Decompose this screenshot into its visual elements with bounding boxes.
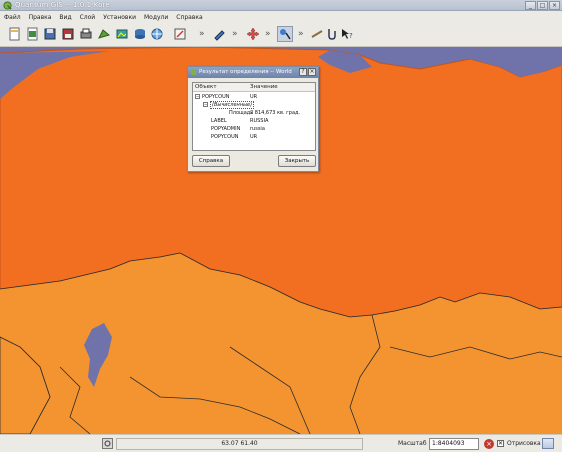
tree-row-value: RUSSIA <box>250 118 269 124</box>
tree-row[interactable]: POPYADMIN russia <box>193 126 315 133</box>
collapse-icon[interactable]: − <box>203 102 208 107</box>
tree-row-value: russia <box>250 126 265 132</box>
stop-render-icon[interactable]: × <box>484 439 494 449</box>
menu-plugins[interactable]: Модули <box>144 14 168 21</box>
render-checkbox[interactable]: ✕ <box>497 440 504 447</box>
tree-row[interactable]: − (Вычисленные) <box>203 101 315 109</box>
qgis-logo-icon <box>190 69 197 76</box>
column-header-object[interactable]: Объект <box>195 84 217 90</box>
status-bar: 63.07 61.40 Масштаб 1:8404093 × ✕ Отрисо… <box>0 434 562 452</box>
help-button[interactable]: Справка <box>192 155 230 167</box>
window-title: Quantum GIS -- 1.0.1-Kore <box>15 1 110 9</box>
tree-row[interactable]: Площадь 2 814,673 кв. град. <box>193 110 315 117</box>
measure-line-icon[interactable] <box>310 27 324 41</box>
main-toolbar: » » » » ? <box>0 23 562 47</box>
qgis-logo-icon <box>3 1 12 10</box>
render-label: Отрисовка <box>507 440 541 447</box>
svg-text:?: ? <box>349 32 353 40</box>
add-raster-layer-icon[interactable] <box>115 27 129 41</box>
menu-file[interactable]: Файл <box>4 14 21 21</box>
minimize-button[interactable]: _ <box>525 1 536 10</box>
toolbar-overflow-icon[interactable]: » <box>199 29 205 39</box>
help-whats-this-icon[interactable]: ? <box>340 27 354 41</box>
menu-edit[interactable]: Правка <box>29 14 52 21</box>
scale-field[interactable]: 1:8404093 <box>429 438 479 450</box>
tree-row-key: POPYADMIN <box>211 126 241 132</box>
results-tree[interactable]: Объект Значение − POPYCOUN UR − (Вычисленн… <box>192 82 316 151</box>
tree-row-key: POPYCOUN <box>202 94 230 100</box>
dialog-close-button[interactable]: × <box>308 68 316 76</box>
toolbar-overflow-icon[interactable]: » <box>298 29 304 39</box>
messages-icon[interactable] <box>542 438 554 449</box>
collapse-icon[interactable]: − <box>195 94 200 99</box>
digitize-pencil-icon[interactable] <box>212 27 226 41</box>
save-project-icon[interactable] <box>43 27 57 41</box>
tree-row-value: UR <box>250 134 258 140</box>
menu-layer[interactable]: Слой <box>80 14 96 21</box>
menu-settings[interactable]: Установки <box>103 14 136 21</box>
menu-bar: Файл Правка Вид Слой Установки Модули Сп… <box>0 11 562 23</box>
close-button[interactable]: Закрыть <box>278 155 316 167</box>
scale-label: Масштаб <box>398 440 427 447</box>
tree-row[interactable]: POPYCOUN UR <box>193 134 315 141</box>
open-project-icon[interactable] <box>26 27 40 41</box>
tree-row-key: POPYCOUN <box>211 134 239 140</box>
map-tips-icon[interactable] <box>325 27 339 41</box>
save-as-icon[interactable] <box>61 27 75 41</box>
pan-map-icon[interactable] <box>246 27 260 41</box>
identify-results-dialog: Результат определения -- World ? × Объек… <box>187 66 319 172</box>
maximize-button[interactable]: □ <box>537 1 548 10</box>
toolbar-overflow-icon[interactable]: » <box>265 29 271 39</box>
column-header-value[interactable]: Значение <box>250 84 278 90</box>
tree-row[interactable]: − POPYCOUN UR <box>195 94 315 101</box>
identify-features-icon[interactable] <box>277 26 293 42</box>
menu-view[interactable]: Вид <box>59 14 71 21</box>
tree-row-value: 2 814,673 кв. град. <box>250 110 301 116</box>
add-wms-layer-icon[interactable] <box>150 27 164 41</box>
tree-row-key: LABEL <box>211 118 227 124</box>
add-postgis-layer-icon[interactable] <box>133 27 147 41</box>
close-window-button[interactable]: × <box>549 1 560 10</box>
overview-icon[interactable] <box>173 27 187 41</box>
coordinate-capture-icon[interactable] <box>102 438 113 449</box>
tree-row-value: UR <box>250 94 258 100</box>
tree-row-key: (Вычисленные) <box>210 101 255 109</box>
dialog-help-button[interactable]: ? <box>299 68 307 76</box>
menu-help[interactable]: Справка <box>176 14 202 21</box>
new-project-icon[interactable] <box>8 27 22 41</box>
dialog-titlebar: Результат определения -- World ? × <box>188 67 318 78</box>
print-icon[interactable] <box>79 27 93 41</box>
dialog-title: Результат определения -- World <box>199 69 292 75</box>
toolbar-overflow-icon[interactable]: » <box>232 29 238 39</box>
coordinate-display: 63.07 61.40 <box>116 438 363 450</box>
window-titlebar: Quantum GIS -- 1.0.1-Kore _ □ × <box>0 0 562 11</box>
add-vector-layer-icon[interactable] <box>97 27 111 41</box>
tree-row[interactable]: LABEL RUSSIA <box>193 118 315 125</box>
tree-header: Объект Значение <box>193 83 315 92</box>
